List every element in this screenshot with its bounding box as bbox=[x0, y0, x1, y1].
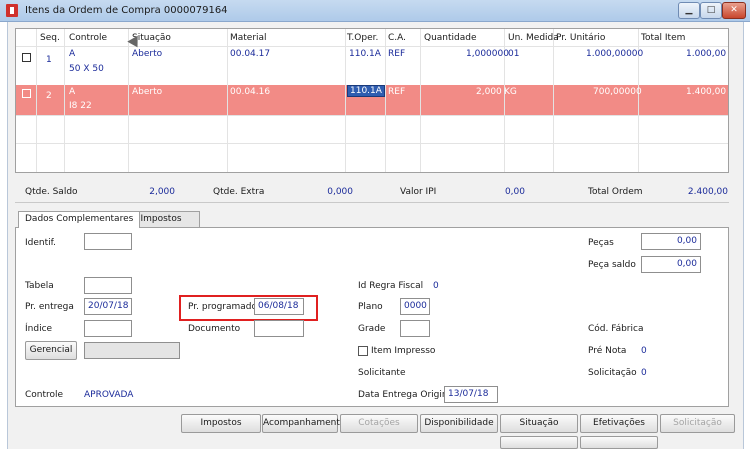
tabela-input[interactable] bbox=[84, 277, 132, 294]
disponibilidade-button[interactable]: Disponibilidade bbox=[420, 414, 498, 433]
row-checkbox[interactable] bbox=[22, 53, 31, 62]
col-header-unmedida[interactable]: Un. Medida bbox=[508, 33, 559, 43]
close-icon[interactable]: ✕ bbox=[722, 2, 746, 19]
data-entrega-input[interactable]: 13/07/18 bbox=[444, 386, 498, 403]
ipi-label: Valor IPI bbox=[400, 187, 437, 197]
grade-input[interactable] bbox=[400, 320, 430, 337]
pre-nota-value: 0 bbox=[641, 346, 647, 356]
col-header-ca[interactable]: C.A. bbox=[388, 33, 406, 43]
peca-saldo-input[interactable]: 0,00 bbox=[641, 256, 701, 273]
extra-label: Qtde. Extra bbox=[213, 187, 265, 197]
maximize-icon[interactable]: □ bbox=[700, 2, 722, 19]
col-header-prunit[interactable]: Pr. Unitário bbox=[556, 33, 605, 43]
gerencial-button[interactable]: Gerencial bbox=[25, 341, 77, 360]
minimize-icon[interactable]: ▁ bbox=[678, 2, 700, 19]
impostos-button[interactable]: Impostos bbox=[181, 414, 261, 433]
col-header-controle[interactable]: Controle bbox=[69, 33, 107, 43]
hidden-button-row2[interactable] bbox=[500, 436, 578, 449]
row-checkbox[interactable] bbox=[22, 89, 31, 98]
indice-input[interactable] bbox=[84, 320, 132, 337]
col-header-total[interactable]: Total Item bbox=[641, 33, 685, 43]
solicitacao-button[interactable]: Solicitação bbox=[660, 414, 735, 433]
app-icon bbox=[6, 4, 18, 17]
total-label: Total Ordem bbox=[588, 187, 643, 197]
documento-input[interactable] bbox=[254, 320, 304, 337]
total-value: 2.400,00 bbox=[687, 187, 728, 197]
saldo-value: 2,000 bbox=[149, 187, 175, 197]
col-header-material[interactable]: Material bbox=[230, 33, 267, 43]
title-bar: Itens da Ordem de Compra 0000079164 ▁ □ … bbox=[0, 0, 750, 22]
identif-input[interactable] bbox=[84, 233, 132, 250]
pr-entrega-input[interactable]: 20/07/18 bbox=[84, 298, 132, 315]
saldo-label: Qtde. Saldo bbox=[25, 187, 78, 197]
controle-value: APROVADA bbox=[84, 390, 134, 400]
tab-dados-complementares[interactable]: Dados Complementares bbox=[18, 211, 141, 228]
item-impresso-checkbox[interactable] bbox=[358, 346, 368, 356]
pecas-input[interactable]: 0,00 bbox=[641, 233, 701, 250]
extra-value: 0,000 bbox=[327, 187, 353, 197]
col-header-quantidade[interactable]: Quantidade bbox=[424, 33, 477, 43]
efetivacoes-button[interactable]: Efetivações bbox=[580, 414, 658, 433]
gerencial-field[interactable] bbox=[84, 342, 180, 359]
cotacoes-button[interactable]: Cotações bbox=[340, 414, 418, 433]
hidden-button-row2[interactable] bbox=[580, 436, 658, 449]
col-header-toper[interactable]: T.Oper. bbox=[347, 33, 378, 43]
toper-cell-editor[interactable]: 110.1A bbox=[347, 85, 385, 97]
col-header-seq[interactable]: Seq. bbox=[40, 33, 60, 43]
items-grid[interactable]: Seq. Controle Situação Material T.Oper. … bbox=[15, 28, 729, 173]
situacao-button[interactable]: Situação bbox=[500, 414, 578, 433]
ipi-value: 0,00 bbox=[504, 187, 525, 197]
dados-complementares-panel bbox=[15, 227, 729, 407]
plano-input[interactable]: 0000 bbox=[400, 298, 430, 315]
acompanhamento-button[interactable]: Acompanhamento bbox=[262, 414, 345, 433]
id-regra-value: 0 bbox=[433, 281, 439, 291]
window-title: Itens da Ordem de Compra 0000079164 bbox=[25, 5, 228, 16]
pr-programado-input[interactable]: 06/08/18 bbox=[254, 298, 304, 315]
solicitacao-value: 0 bbox=[641, 368, 647, 378]
